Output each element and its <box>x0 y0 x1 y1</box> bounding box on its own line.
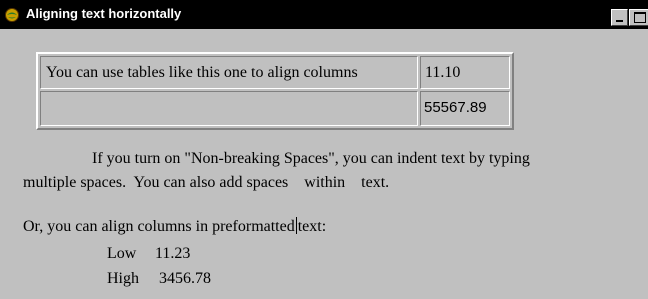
pre-value: 3456.78 <box>159 270 211 287</box>
maximize-icon <box>634 12 646 23</box>
minimize-button[interactable] <box>611 9 628 26</box>
intro-text: Or, you can align columns in preformatte… <box>23 218 295 235</box>
netscape-globe-icon <box>5 8 19 22</box>
maximize-button[interactable] <box>629 9 648 26</box>
alignment-table: You can use tables like this one to alig… <box>36 52 514 130</box>
preformatted-row[interactable]: High 3456.78 <box>107 267 211 291</box>
table-cell[interactable] <box>40 91 418 126</box>
title-bar[interactable]: Aligning text horizontally <box>0 0 648 29</box>
app-window: Aligning text horizontally You can use t… <box>0 0 648 299</box>
pre-label: Low <box>107 245 137 262</box>
intro-text-end: text: <box>297 218 327 235</box>
table-cell[interactable]: 11.10 <box>420 56 510 89</box>
paragraph-line: multiple spaces. You can also add spaces… <box>23 174 390 191</box>
window-title: Aligning text horizontally <box>26 6 182 21</box>
text-caret <box>295 217 297 234</box>
table-cell[interactable]: 55567.89 <box>420 91 510 126</box>
pre-value: 11.23 <box>155 245 191 262</box>
preformatted-row[interactable]: Low 11.23 <box>107 242 190 266</box>
paragraph-line: If you turn on "Non-breaking Spaces", yo… <box>92 150 530 167</box>
preformatted-intro[interactable]: Or, you can align columns in preformatte… <box>23 215 326 239</box>
table-cell[interactable]: You can use tables like this one to alig… <box>40 56 418 89</box>
minimize-icon <box>616 20 623 22</box>
document-content[interactable]: You can use tables like this one to alig… <box>0 29 648 299</box>
nbsp-paragraph[interactable]: If you turn on "Non-breaking Spaces", yo… <box>23 147 623 195</box>
pre-label: High <box>107 270 139 287</box>
